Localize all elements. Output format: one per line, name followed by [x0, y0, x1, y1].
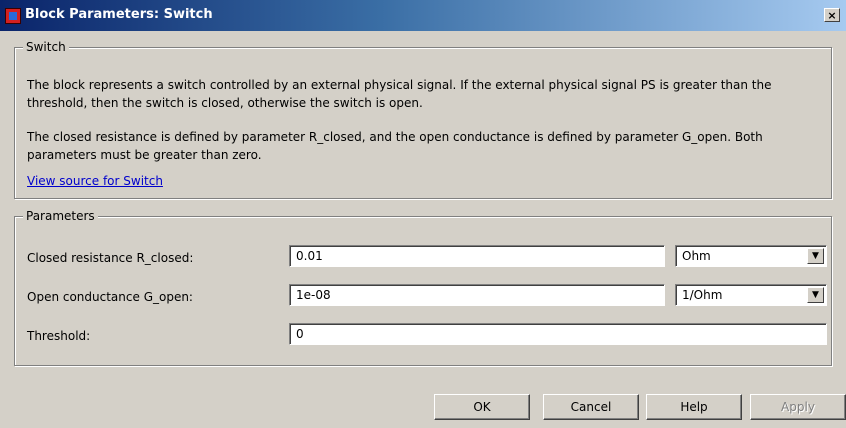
closed-resistance-label: Closed resistance R_closed: — [27, 251, 194, 265]
chevron-down-icon[interactable]: ▼ — [807, 287, 824, 303]
view-source-link[interactable]: View source for Switch — [27, 174, 163, 188]
window-title: Block Parameters: Switch — [25, 7, 213, 22]
closed-resistance-unit-value: Ohm — [682, 249, 711, 263]
closed-resistance-input[interactable]: 0.01 — [289, 245, 665, 267]
title-bar[interactable]: Block Parameters: Switch × — [0, 0, 846, 31]
open-conductance-unit-value: 1/Ohm — [682, 288, 723, 302]
dialog-window: Block Parameters: Switch × Switch The bl… — [0, 0, 846, 428]
description-paragraph-1: The block represents a switch controlled… — [27, 78, 772, 110]
parameters-group: Parameters Closed resistance R_closed: 0… — [14, 209, 832, 366]
close-icon[interactable]: × — [824, 8, 840, 22]
closed-resistance-unit-select[interactable]: Ohm ▼ — [675, 245, 827, 267]
threshold-label: Threshold: — [27, 329, 91, 343]
open-conductance-label: Open conductance G_open: — [27, 290, 193, 304]
description-group-legend: Switch — [23, 40, 69, 54]
description-paragraph-2: The closed resistance is defined by para… — [27, 130, 763, 162]
ok-button[interactable]: OK — [434, 394, 530, 420]
open-conductance-unit-select[interactable]: 1/Ohm ▼ — [675, 284, 827, 306]
chevron-down-icon[interactable]: ▼ — [807, 248, 824, 264]
parameters-group-legend: Parameters — [23, 209, 98, 223]
open-conductance-input[interactable]: 1e-08 — [289, 284, 665, 306]
description-group: Switch The block represents a switch con… — [14, 40, 832, 199]
help-button[interactable]: Help — [646, 394, 742, 420]
cancel-button[interactable]: Cancel — [543, 394, 639, 420]
threshold-input[interactable]: 0 — [289, 323, 827, 345]
simulink-block-icon — [5, 8, 21, 24]
apply-button[interactable]: Apply — [750, 394, 846, 420]
